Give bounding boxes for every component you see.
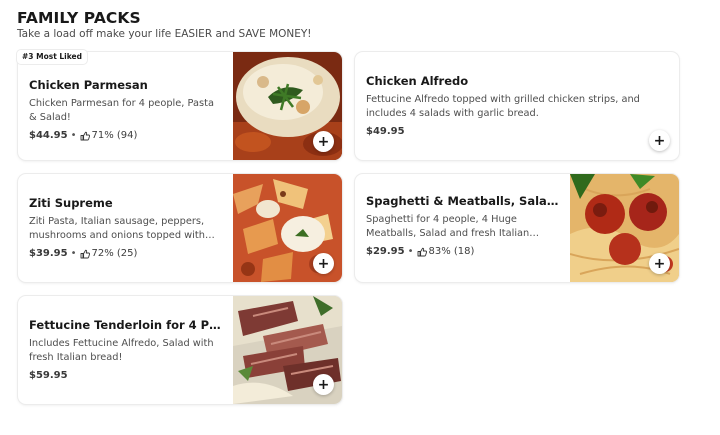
item-name: Chicken Alfredo xyxy=(366,74,469,88)
item-name: Spaghetti & Meatballs, Salad with Bread xyxy=(366,194,559,208)
item-price: $59.95 xyxy=(29,370,68,381)
plus-icon: + xyxy=(317,255,330,272)
section-subtitle: Take a load off make your life EASIER an… xyxy=(17,28,312,40)
item-meta: $59.95 xyxy=(29,369,222,382)
meta-separator: • xyxy=(407,246,414,257)
item-description: Spaghetti for 4 people, 4 Huge Meatballs… xyxy=(366,214,530,239)
item-description: Chicken Parmesan for 4 people, Pasta & S… xyxy=(29,98,214,123)
item-meta: $39.95 • 72% (25) xyxy=(29,247,222,260)
item-description: Ziti Pasta, Italian sausage, peppers, mu… xyxy=(29,216,205,241)
most-liked-badge: #3 Most Liked xyxy=(17,50,87,64)
item-name: Chicken Parmesan xyxy=(29,78,148,92)
add-to-cart-button[interactable]: + xyxy=(649,253,670,274)
add-to-cart-button[interactable]: + xyxy=(649,130,670,151)
item-price: $49.95 xyxy=(366,126,405,137)
plus-icon: + xyxy=(653,132,666,149)
menu-item-card[interactable]: Spaghetti & Meatballs, Salad with Bread … xyxy=(355,174,679,282)
plus-icon: + xyxy=(317,133,330,150)
item-price: $29.95 xyxy=(366,246,405,257)
item-name: Fettucine Tenderloin for 4 PPL xyxy=(29,318,222,332)
item-price: $39.95 xyxy=(29,248,68,259)
item-rating: 71% (94) xyxy=(91,130,138,141)
thumbs-up-icon xyxy=(80,131,90,141)
meta-separator: • xyxy=(70,130,77,141)
menu-item-card[interactable]: Chicken Alfredo Fettucine Alfredo topped… xyxy=(355,52,679,160)
item-price: $44.95 xyxy=(29,130,68,141)
add-to-cart-button[interactable]: + xyxy=(313,131,334,152)
plus-icon: + xyxy=(653,255,666,272)
menu-item-card[interactable]: Chicken Parmesan Chicken Parmesan for 4 … xyxy=(18,52,342,160)
menu-item-card[interactable]: Ziti Supreme Ziti Pasta, Italian sausage… xyxy=(18,174,342,282)
plus-icon: + xyxy=(317,376,330,393)
item-meta: $29.95 • 83% (18) xyxy=(366,245,559,258)
section-header: FAMILY PACKS Take a load off make your l… xyxy=(17,9,312,41)
item-description: Includes Fettucine Alfredo, Salad with f… xyxy=(29,338,214,363)
section-title: FAMILY PACKS xyxy=(17,9,141,27)
thumbs-up-icon xyxy=(417,247,427,257)
item-description: Fettucine Alfredo topped with grilled ch… xyxy=(366,94,640,119)
item-rating: 83% (18) xyxy=(428,246,475,257)
add-to-cart-button[interactable]: + xyxy=(313,374,334,395)
menu-item-card[interactable]: Fettucine Tenderloin for 4 PPL Includes … xyxy=(18,296,342,404)
meta-separator: • xyxy=(70,248,77,259)
item-meta: $49.95 xyxy=(366,125,665,138)
item-name: Ziti Supreme xyxy=(29,196,113,210)
add-to-cart-button[interactable]: + xyxy=(313,253,334,274)
item-rating: 72% (25) xyxy=(91,248,138,259)
thumbs-up-icon xyxy=(80,249,90,259)
item-meta: $44.95 • 71% (94) xyxy=(29,129,222,142)
